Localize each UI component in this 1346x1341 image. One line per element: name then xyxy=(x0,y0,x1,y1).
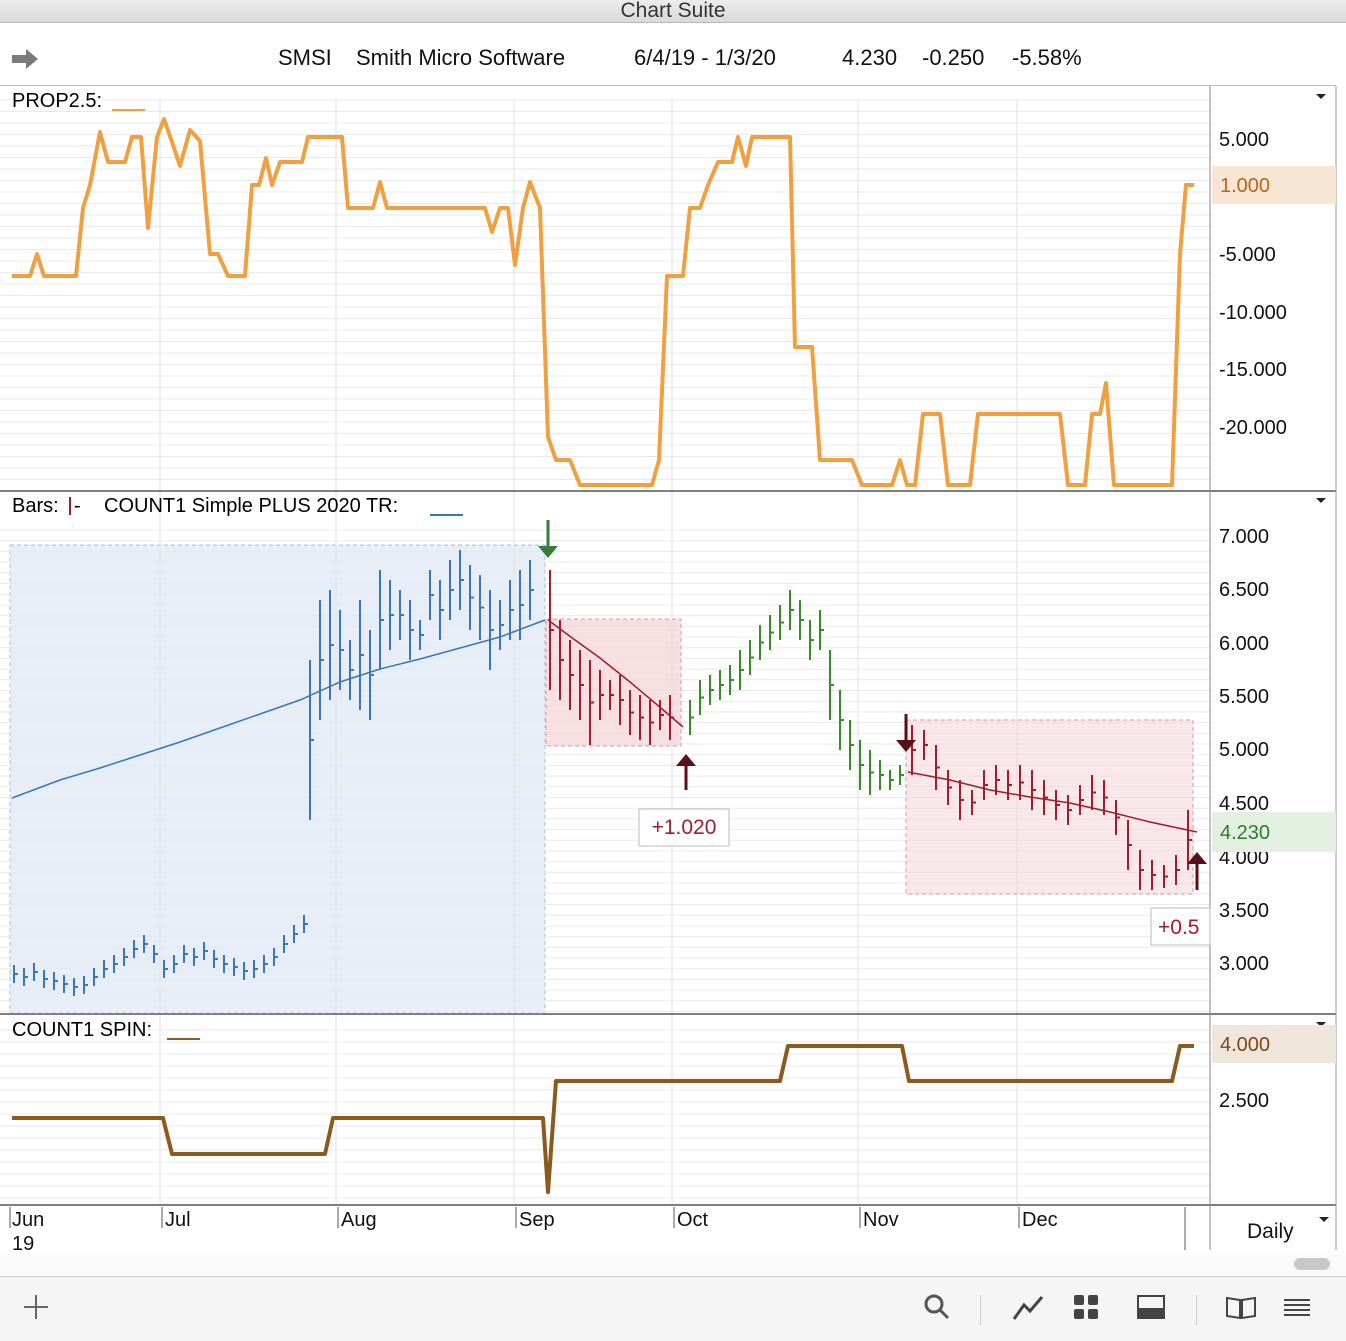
price-tick: 6.000 xyxy=(1219,633,1269,655)
add-button[interactable] xyxy=(20,1291,52,1323)
prop-tick: -5.000 xyxy=(1219,244,1276,266)
price-pane-menu-icon[interactable] xyxy=(1316,498,1326,503)
bars-label: Bars: xyxy=(12,495,59,517)
search-button[interactable] xyxy=(921,1291,953,1323)
grid-icon xyxy=(1074,1295,1098,1319)
price-tick: 3.000 xyxy=(1219,953,1269,975)
prop-pane-label: PROP2.5: xyxy=(12,90,102,112)
prop-current-value: 1.000 xyxy=(1220,175,1270,197)
company-name: Smith Micro Software xyxy=(356,45,566,70)
price-tick: 7.000 xyxy=(1219,526,1269,548)
prop-tick: -20.000 xyxy=(1219,417,1287,439)
forward-arrow-icon[interactable] xyxy=(10,47,40,71)
month-label: Aug xyxy=(341,1209,377,1231)
horizontal-scrollbar[interactable] xyxy=(0,1255,1346,1275)
spin-pane-label: COUNT1 SPIN: xyxy=(12,1019,152,1041)
book-icon xyxy=(1226,1296,1256,1320)
price-tick: 5.500 xyxy=(1219,686,1269,708)
price-tick: 6.500 xyxy=(1219,579,1269,601)
month-label: Nov xyxy=(863,1209,899,1231)
indicator-label: COUNT1 Simple PLUS 2020 TR: xyxy=(104,495,398,517)
line-chart-icon xyxy=(1012,1296,1044,1320)
price-tick: 5.000 xyxy=(1219,739,1269,761)
date-range: 6/4/19 - 1/3/20 xyxy=(634,45,776,70)
month-label: Dec xyxy=(1022,1209,1058,1231)
menu-icon xyxy=(1284,1299,1310,1316)
plus-icon xyxy=(24,1295,48,1319)
prop-tick: -15.000 xyxy=(1219,359,1287,381)
trade-label-2: +0.5 xyxy=(1158,916,1199,939)
search-icon xyxy=(924,1294,950,1320)
price-tick: 3.500 xyxy=(1219,900,1269,922)
price-tick: 4.500 xyxy=(1219,793,1269,815)
price-current-value: 4.230 xyxy=(1220,822,1270,844)
chevron-down-icon xyxy=(1319,1217,1329,1222)
month-label: Jul xyxy=(165,1209,191,1231)
spin-tick: 2.500 xyxy=(1219,1090,1269,1112)
scrollbar-thumb[interactable] xyxy=(1294,1258,1330,1270)
month-label: Sep xyxy=(519,1209,555,1231)
prop-pane-menu-icon[interactable] xyxy=(1316,94,1326,99)
year-label: 19 xyxy=(12,1233,34,1255)
notebook-button[interactable] xyxy=(1224,1291,1258,1323)
symbol: SMSI xyxy=(278,45,332,70)
symbol-header: SMSI Smith Micro Software 6/4/19 - 1/3/2… xyxy=(0,33,1336,86)
trade-label-1: +1.020 xyxy=(652,816,717,839)
trade-box-2 xyxy=(905,719,1194,895)
menu-button[interactable] xyxy=(1280,1291,1314,1323)
chart-area[interactable]: +1.020 +0.5 PROP2.5: Bars: - COUNT1 Simp… xyxy=(0,86,1346,1256)
month-label: Jun xyxy=(12,1209,44,1231)
svg-text:-: - xyxy=(74,495,81,517)
period-selector[interactable]: Daily xyxy=(1215,1210,1335,1250)
price-change-pct: -5.58% xyxy=(1012,45,1082,70)
spin-current-value: 4.000 xyxy=(1220,1034,1270,1056)
chart-type-button[interactable] xyxy=(1010,1291,1046,1323)
panel-icon xyxy=(1137,1295,1165,1319)
price-change: -0.250 xyxy=(922,45,985,70)
bottom-toolbar xyxy=(0,1276,1346,1341)
prop-tick: 5.000 xyxy=(1219,129,1269,151)
window-title: Chart Suite xyxy=(0,0,1346,23)
history-region xyxy=(9,544,546,1013)
last-price: 4.230 xyxy=(842,45,898,70)
period-label: Daily xyxy=(1247,1220,1294,1243)
layout-grid-button[interactable] xyxy=(1070,1291,1102,1323)
panel-toggle-button[interactable] xyxy=(1135,1291,1167,1323)
prop-tick: -10.000 xyxy=(1219,302,1287,324)
month-label: Oct xyxy=(677,1209,709,1231)
